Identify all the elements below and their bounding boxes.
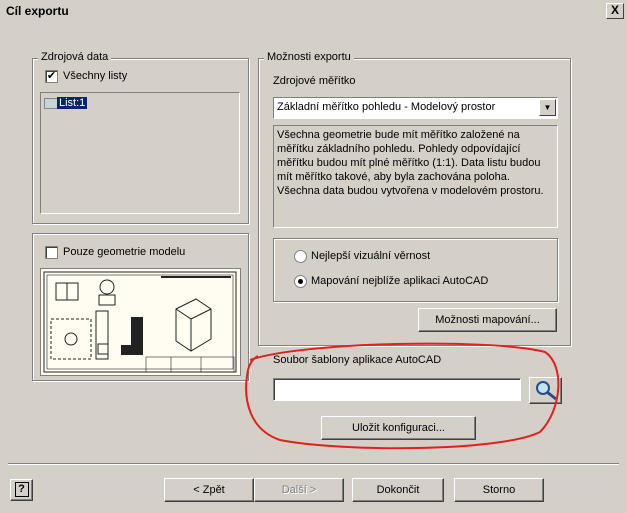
mapping-options-button[interactable]: Možnosti mapování... xyxy=(418,308,557,332)
model-only-label: Pouze geometrie modelu xyxy=(63,246,186,258)
radio-best-fidelity[interactable] xyxy=(294,250,307,263)
sheet-item[interactable]: List:1 xyxy=(57,97,88,109)
window-title: Cíl exportu xyxy=(6,4,69,18)
scale-label: Zdrojové měřítko xyxy=(273,75,356,87)
source-data-label: Zdrojová data xyxy=(38,51,112,63)
export-options-label: Možnosti exportu xyxy=(264,51,354,63)
sheets-list[interactable]: List:1 xyxy=(40,92,240,214)
footer-separator xyxy=(8,463,619,465)
model-only-checkbox[interactable] xyxy=(45,246,58,259)
cancel-button[interactable]: Storno xyxy=(454,478,544,502)
back-button[interactable]: < Zpět xyxy=(164,478,254,502)
scale-dropdown[interactable]: Základní měřítko pohledu - Modelový pros… xyxy=(273,97,558,119)
close-button[interactable]: X xyxy=(606,3,624,19)
scale-description: Všechna geometrie bude mít měřítko založ… xyxy=(273,125,558,228)
annotation-ellipse xyxy=(245,342,560,450)
mapping-mode-group xyxy=(273,238,558,302)
radio-autocad-mapping[interactable] xyxy=(294,275,307,288)
all-sheets-label: Všechny listy xyxy=(63,70,128,82)
radio-mapping-label: Mapování nejblíže aplikaci AutoCAD xyxy=(311,275,489,287)
help-icon: ? xyxy=(14,482,29,497)
help-button[interactable]: ? xyxy=(10,479,33,501)
next-button[interactable]: Další > xyxy=(254,478,344,502)
drawing-preview xyxy=(40,268,241,376)
drawing-preview-image xyxy=(43,271,237,373)
scale-value: Základní měřítko pohledu - Modelový pros… xyxy=(277,101,496,113)
title-bar: Cíl exportu X xyxy=(0,0,627,22)
finish-button[interactable]: Dokončit xyxy=(352,478,444,502)
chevron-down-icon[interactable]: ▼ xyxy=(539,99,556,116)
radio-best-label: Nejlepší vizuální věrnost xyxy=(311,250,431,262)
all-sheets-checkbox[interactable]: ✔ xyxy=(45,70,58,83)
